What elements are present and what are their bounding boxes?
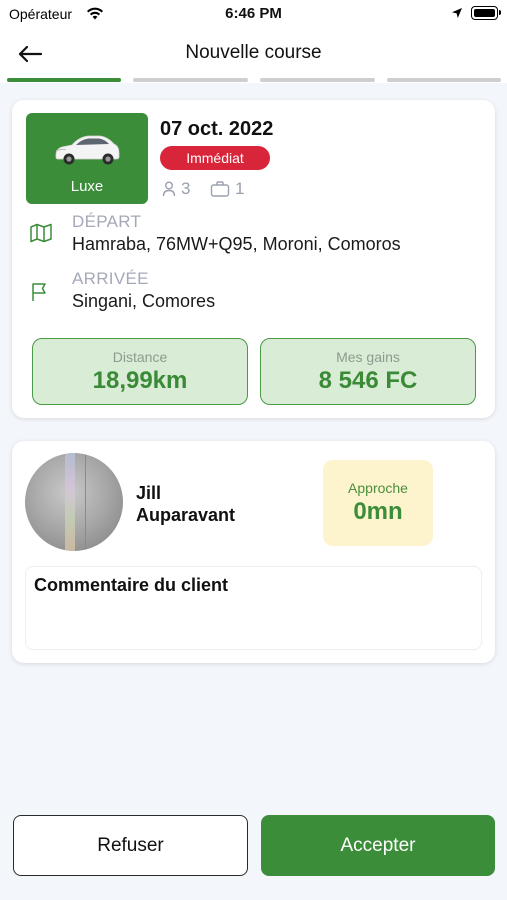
- progress-step-4: [387, 78, 501, 82]
- luggage-count-value: 1: [235, 179, 245, 198]
- client-comment-box: Commentaire du client: [25, 566, 482, 650]
- page-title: Nouvelle course: [185, 42, 322, 63]
- status-bar: Opérateur 6:46 PM: [0, 0, 507, 28]
- progress-step-1: [7, 78, 121, 82]
- luggage-count: 1: [210, 179, 244, 199]
- accept-button[interactable]: Accepter: [261, 815, 495, 876]
- approach-label: Approche: [348, 480, 408, 496]
- client-card: Jill Auparavant Approche 0mn Commentaire…: [12, 441, 495, 663]
- departure-address: Hamraba, 76MW+Q95, Moroni, Comoros: [72, 234, 401, 254]
- avatar: [25, 453, 123, 551]
- map-icon: [30, 223, 52, 243]
- suitcase-icon: [210, 181, 230, 197]
- person-icon: [162, 181, 176, 197]
- distance-box: Distance 18,99km: [32, 338, 248, 405]
- earnings-label: Mes gains: [336, 349, 400, 365]
- distance-label: Distance: [112, 349, 168, 365]
- client-first-name: Jill: [136, 483, 162, 503]
- ride-type-badge: Immédiat: [160, 146, 270, 170]
- distance-value: 18,99km: [92, 367, 188, 394]
- vehicle-class-tile: Luxe: [26, 113, 148, 204]
- client-comment-title: Commentaire du client: [34, 575, 229, 595]
- ride-date: 07 oct. 2022: [160, 118, 274, 140]
- approach-box: Approche 0mn: [323, 460, 433, 546]
- battery-icon: [471, 6, 501, 20]
- departure-label: DÉPART: [72, 212, 142, 231]
- header: Nouvelle course: [0, 28, 507, 83]
- arrival-label: ARRIVÉE: [72, 269, 149, 288]
- clock: 6:46 PM: [225, 5, 282, 22]
- approach-value: 0mn: [353, 498, 403, 525]
- progress-step-2: [133, 78, 248, 82]
- flag-icon: [32, 283, 46, 301]
- vehicle-class-label: Luxe: [70, 178, 104, 195]
- arrival-address: Singani, Comores: [72, 291, 216, 311]
- passenger-count-value: 3: [181, 179, 191, 198]
- earnings-value: 8 546 FC: [318, 367, 418, 394]
- client-last-name: Auparavant: [136, 505, 236, 525]
- refuse-button[interactable]: Refuser: [13, 815, 248, 876]
- progress-step-3: [260, 78, 375, 82]
- earnings-box: Mes gains 8 546 FC: [260, 338, 476, 405]
- ride-summary-card: Luxe 07 oct. 2022 Immédiat 3 1 DÉPART Ha…: [12, 100, 495, 418]
- location-arrow-icon: [452, 8, 462, 18]
- car-icon: [55, 135, 120, 165]
- passenger-count: 3: [162, 179, 190, 199]
